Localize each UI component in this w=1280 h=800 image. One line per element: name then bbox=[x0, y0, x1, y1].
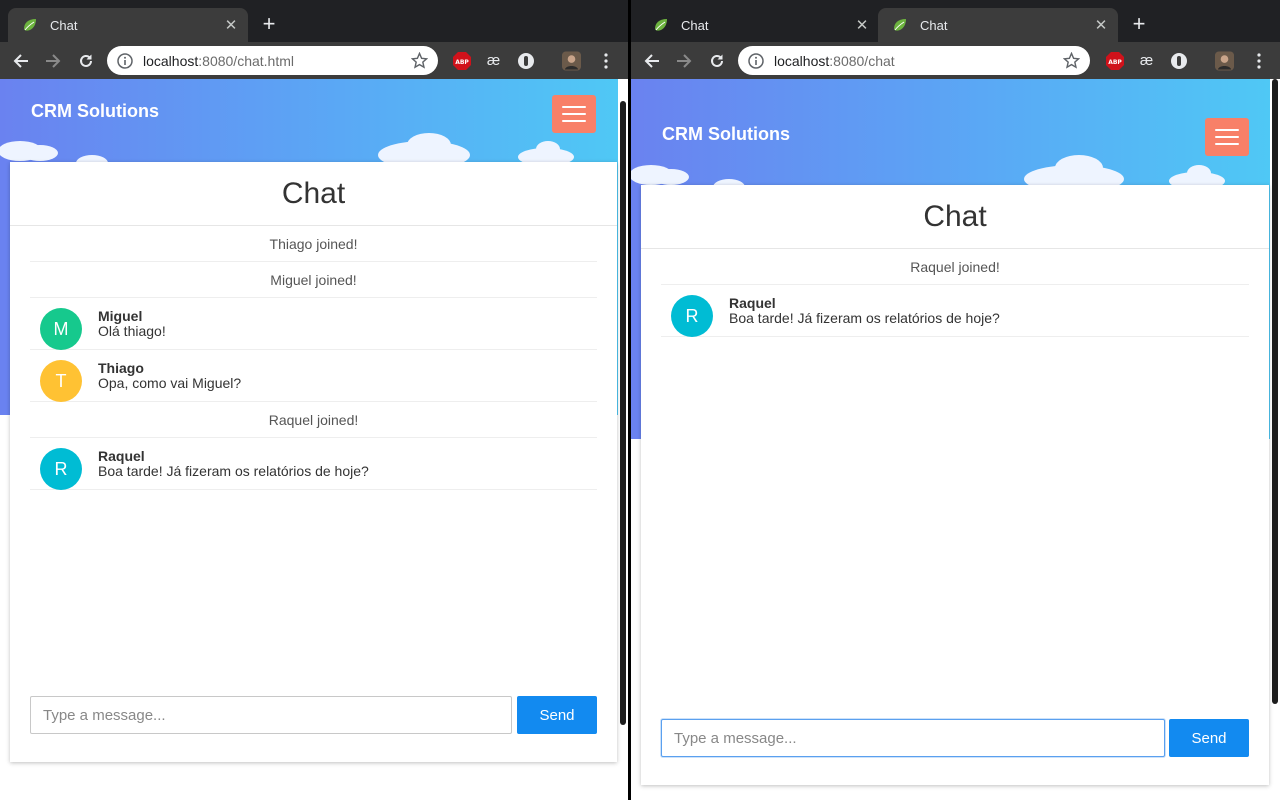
new-tab-button[interactable]: + bbox=[1129, 13, 1149, 35]
url-host: localhost bbox=[774, 52, 830, 69]
message-sender: Thiago bbox=[98, 360, 144, 376]
chat-message: M Miguel Olá thiago! bbox=[30, 298, 597, 350]
tab-title: Chat bbox=[681, 17, 709, 33]
info-icon[interactable] bbox=[748, 52, 764, 69]
back-arrow-icon[interactable] bbox=[641, 50, 663, 72]
url-host: localhost bbox=[143, 52, 199, 69]
avatar: R bbox=[671, 295, 713, 337]
profile-avatar-icon[interactable] bbox=[1215, 51, 1234, 70]
send-button[interactable]: Send bbox=[1169, 719, 1249, 757]
browser-window-left: Chat ✕ + localhost:8080/chat.html ABP æ bbox=[0, 0, 628, 800]
reload-icon[interactable] bbox=[706, 50, 728, 72]
event-message: Raquel joined! bbox=[30, 402, 597, 438]
forward-arrow-icon[interactable] bbox=[42, 50, 64, 72]
tab-title: Chat bbox=[50, 17, 78, 33]
message-input[interactable] bbox=[30, 696, 512, 734]
cloud-decoration bbox=[1169, 165, 1225, 187]
scrollbar-thumb[interactable] bbox=[1272, 79, 1278, 704]
spring-leaf-icon bbox=[655, 19, 667, 31]
cloud-decoration bbox=[0, 141, 58, 161]
forward-arrow-icon[interactable] bbox=[673, 50, 695, 72]
address-bar[interactable]: localhost:8080/chat.html bbox=[107, 46, 438, 75]
tab-chat-active[interactable]: Chat ✕ bbox=[878, 8, 1118, 42]
event-message: Thiago joined! bbox=[30, 226, 597, 262]
chat-title: Chat bbox=[10, 162, 617, 226]
message-sender: Raquel bbox=[98, 448, 145, 464]
chat-title: Chat bbox=[641, 185, 1269, 249]
message-sender: Miguel bbox=[98, 308, 143, 324]
avatar: M bbox=[40, 308, 82, 350]
close-icon[interactable]: ✕ bbox=[222, 16, 240, 34]
url-path: :8080/chat bbox=[829, 52, 895, 69]
ae-extension-icon[interactable]: æ bbox=[484, 51, 503, 70]
profile-avatar-icon[interactable] bbox=[562, 51, 581, 70]
new-tab-button[interactable]: + bbox=[259, 13, 279, 35]
info-icon[interactable] bbox=[117, 52, 133, 69]
brand-logo[interactable]: CRM Solutions bbox=[662, 124, 790, 145]
chat-message: T Thiago Opa, como vai Miguel? bbox=[30, 350, 597, 402]
cloud-decoration bbox=[378, 133, 470, 163]
browser-toolbar: localhost:8080/chat.html ABP æ bbox=[0, 42, 628, 79]
ae-extension-icon[interactable]: æ bbox=[1137, 51, 1156, 70]
message-list: Raquel joined! R Raquel Boa tarde! Já fi… bbox=[661, 249, 1249, 337]
message-list: Thiago joined! Miguel joined! M Miguel O… bbox=[30, 226, 597, 490]
cloud-decoration bbox=[518, 141, 574, 163]
brand-logo[interactable]: CRM Solutions bbox=[31, 101, 159, 122]
tab-chat[interactable]: Chat ✕ bbox=[639, 8, 879, 42]
scrollbar[interactable] bbox=[1270, 79, 1280, 800]
star-icon[interactable] bbox=[1063, 52, 1080, 69]
close-icon[interactable]: ✕ bbox=[853, 16, 871, 34]
hamburger-menu-icon[interactable] bbox=[552, 95, 596, 133]
scrollbar-thumb[interactable] bbox=[620, 101, 626, 725]
svg-text:ABP: ABP bbox=[455, 59, 469, 66]
tab-chat[interactable]: Chat ✕ bbox=[8, 8, 248, 42]
chat-card: Chat Raquel joined! R Raquel Boa tarde! … bbox=[641, 185, 1269, 785]
reload-icon[interactable] bbox=[75, 50, 97, 72]
message-text: Olá thiago! bbox=[98, 323, 166, 339]
event-message: Raquel joined! bbox=[661, 249, 1249, 285]
chat-message: R Raquel Boa tarde! Já fizeram os relató… bbox=[661, 285, 1249, 337]
chat-message: R Raquel Boa tarde! Já fizeram os relató… bbox=[30, 438, 597, 490]
circle-extension-icon[interactable] bbox=[1169, 51, 1188, 70]
page-content: CRM Solutions Chat Raquel joined! R Raqu… bbox=[631, 79, 1280, 800]
url-path: :8080/chat.html bbox=[198, 52, 294, 69]
kebab-menu-icon[interactable] bbox=[1249, 51, 1268, 70]
circle-extension-icon[interactable] bbox=[516, 51, 535, 70]
tab-strip: Chat ✕ + bbox=[0, 0, 628, 42]
send-button[interactable]: Send bbox=[517, 696, 597, 734]
compose-bar: Send bbox=[661, 719, 1249, 757]
close-icon[interactable]: ✕ bbox=[1092, 16, 1110, 34]
compose-bar: Send bbox=[30, 696, 597, 734]
kebab-menu-icon[interactable] bbox=[596, 51, 615, 70]
page-content: CRM Solutions Chat Thiago joined! Miguel… bbox=[0, 79, 628, 800]
tab-strip: Chat ✕ Chat ✕ + bbox=[631, 0, 1280, 42]
message-text: Boa tarde! Já fizeram os relatórios de h… bbox=[98, 463, 369, 479]
address-bar[interactable]: localhost:8080/chat bbox=[738, 46, 1090, 75]
message-input[interactable] bbox=[661, 719, 1165, 757]
abp-icon[interactable]: ABP bbox=[1105, 51, 1124, 70]
abp-icon[interactable]: ABP bbox=[452, 51, 471, 70]
avatar: R bbox=[40, 448, 82, 490]
spring-leaf-icon bbox=[894, 19, 906, 31]
message-text: Boa tarde! Já fizeram os relatórios de h… bbox=[729, 310, 1000, 326]
browser-window-right: Chat ✕ Chat ✕ + localhost:8080/chat ABP … bbox=[631, 0, 1280, 800]
hamburger-menu-icon[interactable] bbox=[1205, 118, 1249, 156]
tab-title: Chat bbox=[920, 17, 948, 33]
message-text: Opa, como vai Miguel? bbox=[98, 375, 242, 391]
spring-leaf-icon bbox=[24, 19, 36, 31]
back-arrow-icon[interactable] bbox=[10, 50, 32, 72]
cloud-decoration bbox=[1024, 155, 1124, 187]
cloud-decoration bbox=[631, 165, 689, 185]
browser-toolbar: localhost:8080/chat ABP æ bbox=[631, 42, 1280, 79]
message-sender: Raquel bbox=[729, 295, 776, 311]
avatar: T bbox=[40, 360, 82, 402]
star-icon[interactable] bbox=[411, 52, 428, 69]
svg-text:ABP: ABP bbox=[1108, 59, 1122, 66]
chat-card: Chat Thiago joined! Miguel joined! M Mig… bbox=[10, 162, 617, 762]
scrollbar[interactable] bbox=[618, 79, 628, 800]
event-message: Miguel joined! bbox=[30, 262, 597, 298]
